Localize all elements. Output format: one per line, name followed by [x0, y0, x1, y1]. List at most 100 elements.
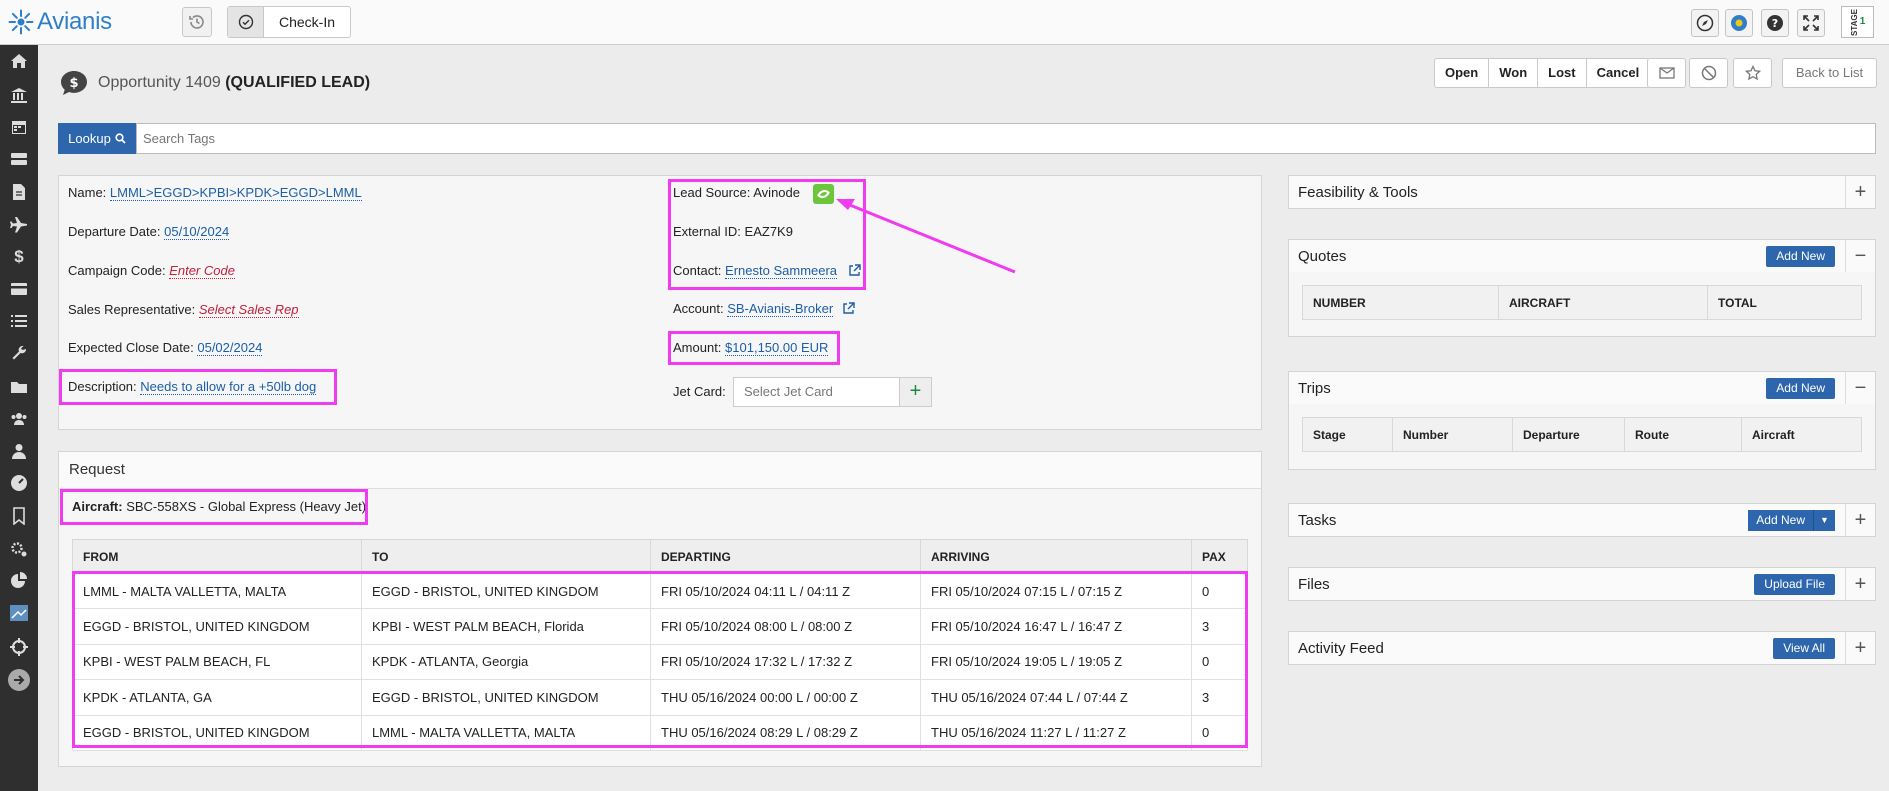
view-all-button[interactable]: View All — [1773, 637, 1835, 659]
column-to[interactable]: TO — [361, 539, 651, 574]
table-row[interactable]: EGGD - BRISTOL, UNITED KINGDOM KPBI - WES… — [72, 608, 1248, 645]
open-button[interactable]: Open — [1435, 59, 1490, 87]
block-button[interactable] — [1689, 58, 1728, 88]
airplane-icon[interactable] — [9, 215, 29, 235]
avianis-logo[interactable]: Avianis — [8, 8, 112, 36]
opportunity-title: Opportunity 1409 (QUALIFIED LEAD) — [98, 74, 370, 92]
add-task-button[interactable]: Add New — [1748, 509, 1813, 531]
departing-cell: THU 05/16/2024 00:00 L / 00:00 Z — [650, 679, 921, 716]
account-value[interactable]: SB-Avianis-Broker — [727, 301, 834, 317]
account-label: Account: — [673, 301, 724, 316]
pie-chart-icon[interactable] — [9, 571, 29, 591]
trips-column-departure[interactable]: Departure — [1512, 417, 1625, 452]
check-circle-icon — [228, 7, 264, 37]
close-date-value[interactable]: 05/02/2024 — [197, 340, 263, 356]
caret-down-icon[interactable]: ▼ — [1813, 509, 1835, 531]
opportunity-id: Opportunity 1409 — [98, 74, 221, 91]
departure-date-field: Departure Date: 05/10/2024 — [68, 224, 230, 240]
settings-icon[interactable] — [9, 539, 29, 559]
trips-column-aircraft[interactable]: Aircraft — [1741, 417, 1862, 452]
avianis-sun-button[interactable] — [1725, 9, 1753, 37]
departure-date-value[interactable]: 05/10/2024 — [164, 224, 230, 240]
column-pax[interactable]: PAX — [1191, 539, 1248, 574]
home-icon[interactable] — [9, 51, 29, 71]
add-trip-button[interactable]: Add New — [1766, 377, 1835, 399]
fullscreen-button[interactable] — [1797, 9, 1825, 37]
jet-card-select[interactable]: Select Jet Card — [733, 377, 899, 407]
search-tags-input[interactable] — [136, 123, 1876, 154]
trips-column-stage[interactable]: Stage — [1302, 417, 1393, 452]
campaign-code-value[interactable]: Enter Code — [169, 263, 235, 279]
quotes-column-number[interactable]: NUMBER — [1302, 285, 1499, 320]
table-row[interactable]: KPBI - WEST PALM BEACH, FL KPDK - ATLANTA… — [72, 643, 1248, 681]
upload-file-button[interactable]: Upload File — [1754, 573, 1835, 595]
bookmark-icon[interactable] — [9, 506, 29, 526]
sales-rep-value[interactable]: Select Sales Rep — [198, 302, 299, 318]
trips-collapse-toggle[interactable]: − — [1845, 372, 1875, 404]
check-in-button[interactable]: Check-In — [227, 6, 352, 38]
cancel-button[interactable]: Cancel — [1587, 59, 1650, 87]
amount-value[interactable]: $101,150.00 EUR — [725, 340, 829, 356]
server-icon[interactable] — [9, 149, 29, 169]
won-button[interactable]: Won — [1489, 59, 1539, 87]
arrow-right-icon[interactable] — [8, 669, 30, 691]
amount-label: Amount: — [673, 340, 722, 355]
dollar-icon[interactable]: $ — [9, 247, 29, 267]
trips-table: Stage Number Departure Route Aircraft — [1302, 417, 1862, 452]
quotes-collapse-toggle[interactable]: − — [1845, 240, 1875, 272]
sun-icon — [1731, 15, 1747, 31]
column-arriving[interactable]: ARRIVING — [920, 539, 1192, 574]
name-value[interactable]: LMML>EGGD>KPBI>KPDK>EGGD>LMML — [109, 185, 362, 201]
to-cell: KPBI - WEST PALM BEACH, Florida — [361, 608, 651, 645]
wrench-icon[interactable] — [9, 344, 29, 364]
table-row[interactable]: KPDK - ATLANTA, GA EGGD - BRISTOL, UNITED… — [72, 679, 1248, 716]
document-icon[interactable] — [9, 182, 29, 202]
monitor-icon[interactable] — [9, 603, 29, 623]
table-row[interactable]: LMML - MALTA VALLETTA, MALTA EGGD - BRIST… — [72, 572, 1248, 610]
activity-feed-expand-toggle[interactable]: + — [1845, 632, 1875, 664]
page-title: $ Opportunity 1409 (QUALIFIED LEAD) — [60, 70, 370, 96]
feasibility-expand-toggle[interactable]: + — [1845, 176, 1875, 208]
tasks-expand-toggle[interactable]: + — [1845, 504, 1875, 536]
folder-icon[interactable] — [9, 377, 29, 397]
column-departing[interactable]: DEPARTING — [650, 539, 921, 574]
calendar-icon[interactable] — [9, 117, 29, 137]
quotes-column-aircraft[interactable]: AIRCRAFT — [1498, 285, 1708, 320]
quotes-title: Quotes — [1298, 247, 1347, 265]
table-row[interactable]: EGGD - BRISTOL, UNITED KINGDOM LMML - MAL… — [72, 714, 1248, 751]
list-icon[interactable] — [9, 311, 29, 331]
email-button[interactable] — [1647, 58, 1686, 88]
contact-label: Contact: — [673, 263, 722, 278]
crosshair-icon[interactable] — [9, 637, 29, 657]
history-button[interactable] — [182, 7, 212, 37]
credit-card-icon[interactable] — [9, 279, 29, 299]
from-cell: KPBI - WEST PALM BEACH, FL — [72, 643, 362, 681]
users-icon[interactable] — [9, 409, 29, 429]
compass-button[interactable] — [1691, 9, 1719, 37]
stage-indicator[interactable]: STAGE 1 — [1841, 6, 1874, 38]
help-button[interactable]: ? — [1761, 9, 1789, 37]
external-link-icon[interactable] — [842, 302, 855, 315]
add-jet-card-button[interactable]: + — [899, 377, 932, 407]
trips-column-route[interactable]: Route — [1624, 417, 1742, 452]
arriving-cell: THU 05/16/2024 11:27 L / 11:27 Z — [920, 714, 1192, 751]
trips-column-number[interactable]: Number — [1392, 417, 1513, 452]
quotes-column-total[interactable]: TOTAL — [1707, 285, 1862, 320]
ban-icon — [1701, 65, 1716, 81]
column-from[interactable]: FROM — [72, 539, 362, 574]
add-quote-button[interactable]: Add New — [1766, 245, 1835, 267]
favorite-button[interactable] — [1733, 58, 1772, 88]
back-to-list-button[interactable]: Back to List — [1782, 58, 1877, 88]
top-bar: Avianis Check-In ? STAGE 1 — [0, 0, 1889, 45]
from-cell: LMML - MALTA VALLETTA, MALTA — [72, 572, 362, 610]
dashboard-icon[interactable] — [9, 473, 29, 493]
lost-button[interactable]: Lost — [1538, 59, 1587, 87]
lead-source-label: Lead Source: — [673, 185, 751, 200]
bank-icon[interactable] — [9, 85, 29, 105]
campaign-code-label: Campaign Code: — [68, 263, 166, 278]
pax-cell: 0 — [1191, 572, 1248, 610]
description-value[interactable]: Needs to allow for a +50lb dog — [140, 379, 317, 395]
user-icon[interactable] — [9, 441, 29, 461]
files-expand-toggle[interactable]: + — [1845, 568, 1875, 600]
lookup-button[interactable]: Lookup — [58, 123, 136, 154]
